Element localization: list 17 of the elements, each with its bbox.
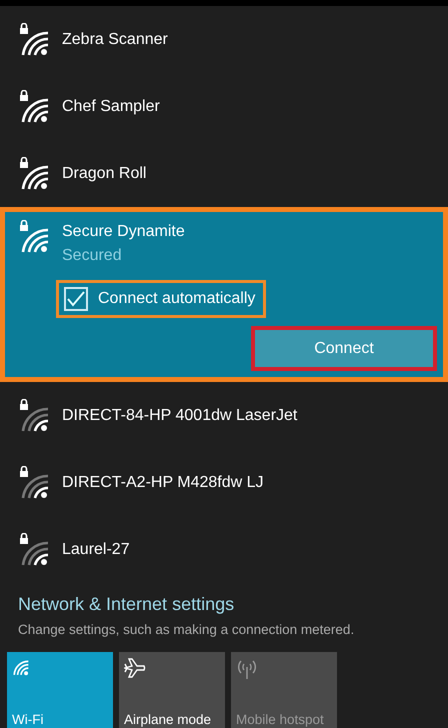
airplane-icon <box>124 658 146 678</box>
wifi-icon <box>12 658 30 676</box>
network-item[interactable]: Dragon Roll <box>0 140 448 207</box>
checkbox[interactable] <box>64 287 88 311</box>
network-item[interactable]: Zebra Scanner <box>0 6 448 73</box>
settings-description: Change settings, such as making a connection metered. <box>17 621 356 639</box>
network-status: Secured <box>62 246 123 266</box>
settings-link[interactable]: Network & Internet settings <box>0 583 448 618</box>
network-item[interactable]: DIRECT-84-HP 4001dw LaserJet <box>0 382 448 449</box>
network-item[interactable]: Chef Sampler <box>0 73 448 140</box>
network-item[interactable]: Laurel-27 <box>0 516 448 583</box>
network-item[interactable]: Secure Dynamite Secured Connect automatically Connect <box>5 212 443 377</box>
network-name: Secure Dynamite <box>62 222 185 242</box>
network-item[interactable]: DIRECT-A2-HP M428fdw LJ <box>0 449 448 516</box>
checkbox-label[interactable]: Connect automatically <box>98 287 256 311</box>
quick-action-tile[interactable]: Airplane mode <box>119 652 225 728</box>
hotspot-icon <box>236 658 258 680</box>
